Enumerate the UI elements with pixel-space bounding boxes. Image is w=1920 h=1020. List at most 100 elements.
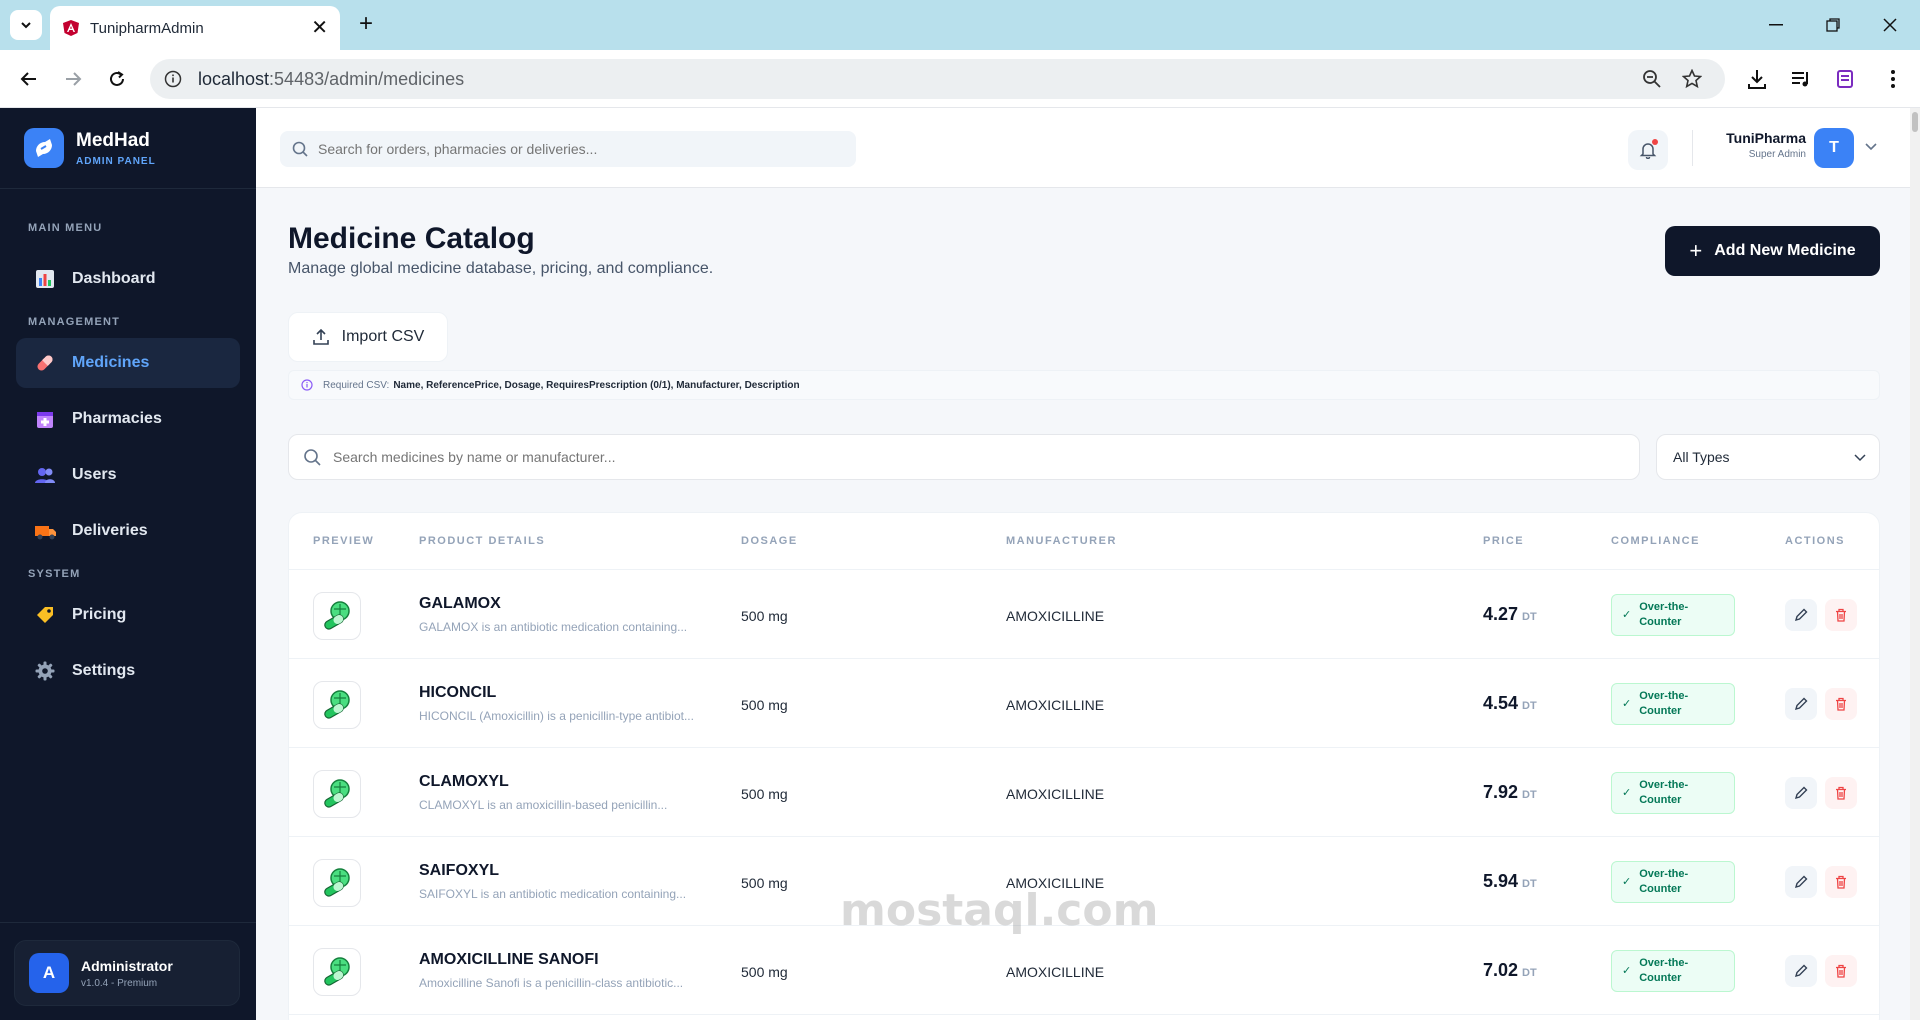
- current-user[interactable]: TuniPharma Super Admin: [1712, 130, 1806, 160]
- medicine-thumbnail-icon: [313, 681, 361, 729]
- delete-button[interactable]: [1825, 688, 1857, 720]
- browser-toolbar: localhost:54483/admin/medicines: [0, 50, 1920, 108]
- delete-button[interactable]: [1825, 599, 1857, 631]
- angular-icon: [63, 20, 79, 36]
- sidebar-item-pharmacies[interactable]: Pharmacies: [16, 394, 240, 444]
- medicine-manufacturer: AMOXICILLINE: [1006, 786, 1105, 802]
- sidebar-item-deliveries[interactable]: Deliveries: [16, 506, 240, 556]
- delete-button[interactable]: [1825, 955, 1857, 987]
- minimize-icon[interactable]: [1756, 10, 1796, 40]
- medicine-name[interactable]: HICONCIL: [419, 684, 496, 702]
- type-filter-select[interactable]: All Types: [1656, 434, 1880, 480]
- chevron-down-icon: [1854, 454, 1866, 462]
- truck-icon: [34, 520, 56, 542]
- delete-button[interactable]: [1825, 777, 1857, 809]
- sidebar-item-pricing[interactable]: Pricing: [16, 590, 240, 640]
- column-header-product: PRODUCT DETAILS: [419, 535, 546, 547]
- edit-button[interactable]: [1785, 866, 1817, 898]
- zoom-icon[interactable]: [1640, 67, 1664, 91]
- reload-icon[interactable]: [102, 64, 132, 94]
- pencil-icon: [1794, 697, 1808, 711]
- import-csv-button[interactable]: Import CSV: [288, 312, 448, 362]
- table-row[interactable]: GALAMOX GALAMOX is an antibiotic medicat…: [289, 570, 1879, 659]
- sidebar-item-label: Dashboard: [72, 270, 156, 287]
- medicine-name[interactable]: SAIFOXYL: [419, 862, 499, 880]
- current-user-role: Super Admin: [1748, 149, 1806, 160]
- add-medicine-button[interactable]: + Add New Medicine: [1665, 226, 1880, 276]
- table-row[interactable]: CLAMOXYL CLAMOXYL is an amoxicillin-base…: [289, 748, 1879, 837]
- check-icon: ✓: [1622, 608, 1632, 621]
- divider: [0, 922, 256, 923]
- download-icon[interactable]: [1744, 66, 1770, 92]
- divider: [0, 188, 256, 189]
- trash-icon: [1836, 964, 1846, 978]
- column-header-dosage: DOSAGE: [741, 535, 798, 547]
- close-icon[interactable]: ✕: [311, 18, 328, 38]
- edit-button[interactable]: [1785, 599, 1817, 631]
- global-search-input[interactable]: [318, 141, 818, 157]
- edit-button[interactable]: [1785, 777, 1817, 809]
- restore-icon[interactable]: [1813, 10, 1853, 40]
- site-info-icon[interactable]: [164, 70, 182, 88]
- medicine-manufacturer: AMOXICILLINE: [1006, 697, 1105, 713]
- brand[interactable]: MedHad ADMIN PANEL: [24, 128, 156, 168]
- sidebar-item-label: Medicines: [72, 354, 150, 371]
- browser-tab[interactable]: TunipharmAdmin ✕: [50, 6, 340, 50]
- current-user-name: TuniPharma: [1726, 130, 1806, 146]
- chevron-down-icon[interactable]: [1864, 139, 1878, 153]
- medicine-search-input[interactable]: [333, 449, 1583, 465]
- medicine-table: PREVIEW PRODUCT DETAILS DOSAGE MANUFACTU…: [288, 512, 1880, 1020]
- check-icon: ✓: [1622, 875, 1632, 888]
- table-row[interactable]: AMOXICILLINE SANOFI Amoxicilline Sanofi …: [289, 926, 1879, 1015]
- page-subtitle: Manage global medicine database, pricing…: [288, 260, 714, 277]
- compliance-badge: ✓ Over-the- Counter: [1611, 950, 1735, 992]
- sidebar-item-label: Pricing: [72, 606, 127, 623]
- csv-label: Required CSV:: [323, 379, 390, 391]
- column-header-manufacturer: MANUFACTURER: [1006, 535, 1117, 547]
- sidebar-item-medicines[interactable]: Medicines: [16, 338, 240, 388]
- page-title: Medicine Catalog: [288, 222, 535, 255]
- avatar[interactable]: T: [1814, 128, 1854, 168]
- sidebar-item-label: Deliveries: [72, 522, 148, 539]
- edit-button[interactable]: [1785, 688, 1817, 720]
- medicine-thumbnail-icon: [313, 859, 361, 907]
- sidebar-item-users[interactable]: Users: [16, 450, 240, 500]
- bookmark-star-icon[interactable]: [1680, 67, 1704, 91]
- delete-button[interactable]: [1825, 866, 1857, 898]
- brand-name: MedHad: [76, 129, 150, 151]
- sidebar-item-label: Pharmacies: [72, 410, 162, 427]
- top-header: TuniPharma Super Admin T: [256, 108, 1910, 188]
- column-header-price: PRICE: [1483, 535, 1525, 547]
- medicine-manufacturer: AMOXICILLINE: [1006, 964, 1105, 980]
- url-bar[interactable]: localhost:54483/admin/medicines: [150, 59, 1725, 99]
- sidebar-item-settings[interactable]: Settings: [16, 646, 240, 696]
- notifications-button[interactable]: [1628, 130, 1668, 170]
- scroll-thumb[interactable]: [1912, 112, 1918, 132]
- medicine-dosage: 500 mg: [741, 608, 788, 624]
- table-row[interactable]: HICONCIL HICONCIL (Amoxicillin) is a pen…: [289, 659, 1879, 748]
- media-queue-icon[interactable]: [1788, 66, 1814, 92]
- extension-icon[interactable]: [1832, 66, 1858, 92]
- medicine-dosage: 500 mg: [741, 786, 788, 802]
- new-tab-button[interactable]: +: [352, 10, 380, 40]
- global-search[interactable]: [280, 131, 856, 167]
- sidebar-item-dashboard[interactable]: Dashboard: [16, 254, 240, 304]
- page-scrollbar[interactable]: [1910, 108, 1920, 1020]
- window-close-icon[interactable]: [1870, 10, 1910, 40]
- medicine-name[interactable]: CLAMOXYL: [419, 773, 509, 791]
- user-card[interactable]: A Administrator v1.0.4 - Premium: [14, 940, 240, 1006]
- medicine-name[interactable]: AMOXICILLINE SANOFI: [419, 951, 599, 969]
- edit-button[interactable]: [1785, 955, 1817, 987]
- trash-icon: [1836, 786, 1846, 800]
- back-icon[interactable]: [14, 64, 44, 94]
- user-name: Administrator: [81, 957, 173, 974]
- forward-icon[interactable]: [58, 64, 88, 94]
- sidebar-item-label: Users: [72, 466, 117, 483]
- tab-search-button[interactable]: [10, 10, 42, 40]
- type-filter-value: All Types: [1673, 449, 1730, 465]
- csv-requirements-note: Required CSV: Name, ReferencePrice, Dosa…: [288, 370, 1880, 400]
- medicine-name[interactable]: GALAMOX: [419, 595, 501, 613]
- medicine-search[interactable]: [288, 434, 1640, 480]
- pharmacy-icon: [34, 408, 56, 430]
- browser-menu-icon[interactable]: [1880, 66, 1906, 92]
